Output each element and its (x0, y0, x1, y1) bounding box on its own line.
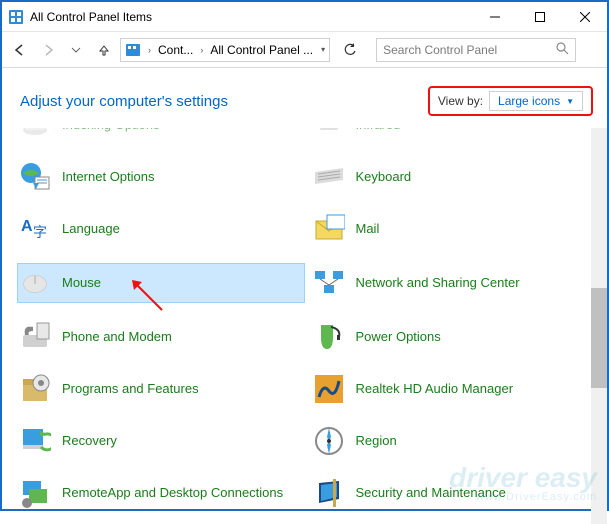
view-by-highlight: View by: Large icons ▼ (428, 86, 593, 116)
breadcrumb-part-1[interactable]: Cont... (154, 43, 197, 57)
content-area: Indexing Options Infrared Internet Optio… (2, 128, 607, 524)
item-remoteapp[interactable]: RemoteApp and Desktop Connections (18, 476, 304, 510)
scrollbar-thumb[interactable] (591, 288, 607, 388)
realtek-icon (312, 372, 346, 406)
mail-icon (312, 212, 346, 246)
phone-modem-icon (18, 320, 52, 354)
item-language[interactable]: A字 Language (18, 212, 304, 246)
mouse-icon (18, 266, 52, 300)
view-by-value: Large icons (498, 94, 560, 108)
item-phone-modem[interactable]: Phone and Modem (18, 320, 304, 354)
remoteapp-icon (18, 476, 52, 510)
scrollbar[interactable] (591, 128, 607, 524)
internet-options-icon (18, 160, 52, 194)
maximize-button[interactable] (517, 2, 562, 31)
programs-icon (18, 372, 52, 406)
svg-text:A: A (21, 218, 33, 235)
item-indexing-options[interactable]: Indexing Options (18, 128, 304, 142)
breadcrumb[interactable]: › Cont... › All Control Panel ... ▾ (120, 38, 330, 62)
forward-button[interactable] (36, 38, 60, 62)
power-icon (312, 320, 346, 354)
recent-dropdown[interactable] (64, 38, 88, 62)
item-region[interactable]: Region (312, 424, 598, 458)
language-icon: A字 (18, 212, 52, 246)
back-button[interactable] (8, 38, 32, 62)
item-realtek-audio[interactable]: Realtek HD Audio Manager (312, 372, 598, 406)
recovery-icon (18, 424, 52, 458)
item-recovery[interactable]: Recovery (18, 424, 304, 458)
search-icon (556, 42, 569, 58)
refresh-button[interactable] (338, 38, 362, 62)
breadcrumb-root-icon[interactable] (121, 43, 145, 57)
item-mouse[interactable]: Mouse (18, 264, 304, 302)
minimize-button[interactable] (472, 2, 517, 31)
search-placeholder: Search Control Panel (383, 43, 497, 57)
item-network-sharing[interactable]: Network and Sharing Center (312, 264, 598, 302)
item-mail[interactable]: Mail (312, 212, 598, 246)
control-panel-icon (8, 9, 24, 25)
item-programs-features[interactable]: Programs and Features (18, 372, 304, 406)
svg-text:字: 字 (33, 224, 47, 240)
indexing-icon (18, 128, 52, 142)
chevron-right-icon[interactable]: › (197, 45, 206, 55)
content-header: Adjust your computer's settings View by:… (2, 68, 607, 128)
item-infrared[interactable]: Infrared (312, 128, 598, 142)
nav-bar: › Cont... › All Control Panel ... ▾ Sear… (2, 32, 607, 68)
security-icon (312, 476, 346, 510)
breadcrumb-part-2[interactable]: All Control Panel ... (206, 43, 317, 57)
keyboard-icon (312, 160, 346, 194)
search-input[interactable]: Search Control Panel (376, 38, 576, 62)
up-button[interactable] (92, 38, 116, 62)
network-icon (312, 266, 346, 300)
item-internet-options[interactable]: Internet Options (18, 160, 304, 194)
view-by-dropdown[interactable]: Large icons ▼ (489, 91, 583, 111)
item-keyboard[interactable]: Keyboard (312, 160, 598, 194)
chevron-down-icon: ▼ (566, 97, 574, 106)
page-title: Adjust your computer's settings (20, 93, 228, 110)
item-security-maintenance[interactable]: Security and Maintenance (312, 476, 598, 510)
view-by-label: View by: (438, 94, 483, 108)
region-icon (312, 424, 346, 458)
item-power-options[interactable]: Power Options (312, 320, 598, 354)
chevron-down-icon[interactable]: ▾ (321, 45, 325, 54)
infrared-icon (312, 128, 346, 142)
chevron-right-icon[interactable]: › (145, 45, 154, 55)
close-button[interactable] (562, 2, 607, 31)
window-title: All Control Panel Items (30, 10, 472, 24)
titlebar: All Control Panel Items (2, 2, 607, 32)
